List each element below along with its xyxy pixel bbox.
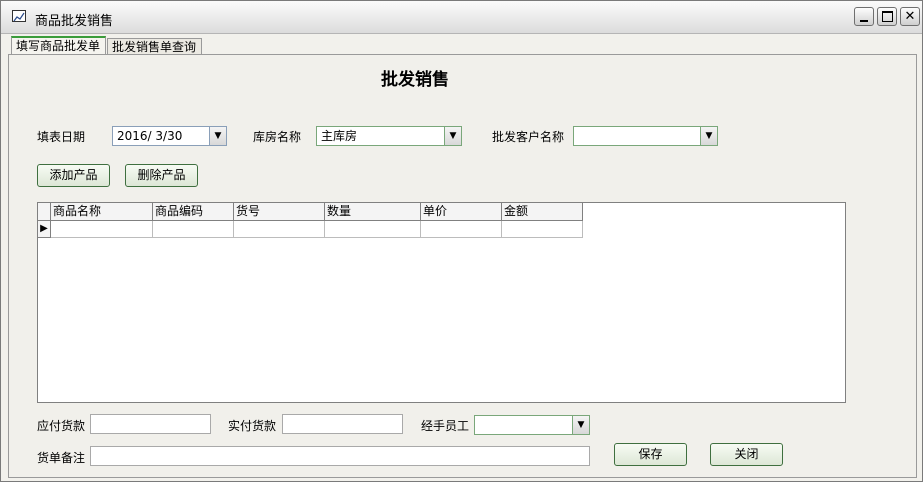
handler-select[interactable]: ▼: [474, 415, 590, 435]
maximize-button[interactable]: [877, 7, 897, 26]
minimize-button[interactable]: [854, 7, 874, 26]
column-header[interactable]: 数量: [325, 203, 421, 221]
column-header[interactable]: 单价: [421, 203, 502, 221]
tab-fill-wholesale-order[interactable]: 填写商品批发单: [11, 36, 106, 55]
remark-input[interactable]: [90, 446, 590, 466]
column-header[interactable]: 商品编码: [153, 203, 234, 221]
chevron-down-icon[interactable]: ▼: [700, 127, 717, 145]
row-header-corner: [38, 203, 51, 221]
table-cell[interactable]: [325, 221, 421, 238]
close-button[interactable]: 关闭: [710, 443, 783, 466]
chevron-down-icon[interactable]: ▼: [444, 127, 461, 145]
tab-label: 批发销售单查询: [112, 40, 197, 54]
payable-label: 应付货款: [37, 419, 86, 433]
maximize-icon: [881, 11, 893, 22]
customer-select[interactable]: ▼: [573, 126, 718, 146]
column-header[interactable]: 货号: [234, 203, 325, 221]
table-cell[interactable]: [502, 221, 583, 238]
table-cell[interactable]: [234, 221, 325, 238]
chevron-down-icon[interactable]: ▼: [209, 127, 226, 145]
column-header[interactable]: 金额: [502, 203, 583, 221]
payable-input[interactable]: [90, 414, 211, 434]
warehouse-value: 主库房: [321, 129, 358, 143]
window-title: 商品批发销售: [35, 14, 114, 29]
date-label: 填表日期: [37, 130, 86, 144]
title-bar[interactable]: 商品批发销售 ✕: [1, 1, 922, 34]
app-window: 商品批发销售 ✕ 填写商品批发单 批发销售单查询 批发销售 填表日期 2016/…: [0, 0, 923, 482]
close-icon: ✕: [904, 9, 916, 24]
delete-product-button[interactable]: 删除产品: [125, 164, 198, 187]
minimize-icon: [860, 19, 868, 22]
page-title: 批发销售: [381, 70, 449, 90]
warehouse-select[interactable]: 主库房 ▼: [316, 126, 462, 146]
table-cell[interactable]: [153, 221, 234, 238]
table-cell[interactable]: [421, 221, 502, 238]
warehouse-label: 库房名称: [253, 130, 302, 144]
product-grid[interactable]: 商品名称 商品编码 货号 数量 单价 金额 ▶: [37, 202, 846, 403]
paid-input[interactable]: [282, 414, 403, 434]
app-chart-icon: [12, 10, 26, 22]
table-cell[interactable]: [51, 221, 153, 238]
date-picker[interactable]: 2016/ 3/30 ▼: [112, 126, 227, 146]
row-indicator-icon[interactable]: ▶: [38, 221, 51, 238]
tab-wholesale-order-query[interactable]: 批发销售单查询: [107, 38, 202, 55]
save-button[interactable]: 保存: [614, 443, 687, 466]
close-window-button[interactable]: ✕: [900, 7, 920, 26]
column-header[interactable]: 商品名称: [51, 203, 153, 221]
chevron-down-icon[interactable]: ▼: [572, 416, 589, 434]
remark-label: 货单备注: [37, 451, 86, 465]
customer-label: 批发客户名称: [492, 130, 565, 144]
paid-label: 实付货款: [228, 419, 277, 433]
tab-label: 填写商品批发单: [16, 39, 101, 53]
handler-label: 经手员工: [421, 419, 470, 433]
add-product-button[interactable]: 添加产品: [37, 164, 110, 187]
date-value: 2016/ 3/30: [117, 129, 183, 143]
